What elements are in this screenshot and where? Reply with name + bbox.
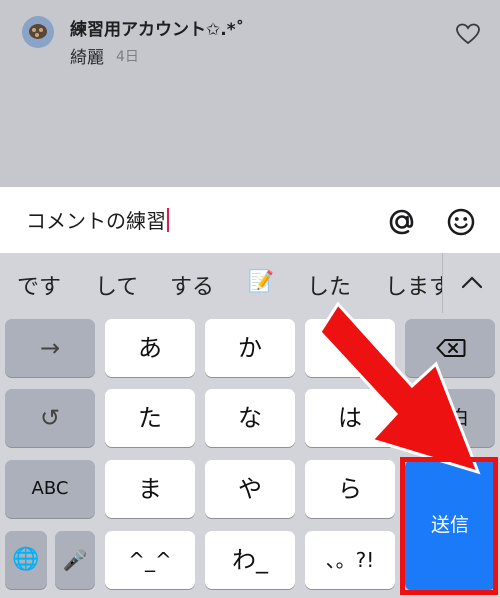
globe-key[interactable]: 🌐 [5, 531, 47, 589]
comment-area: 練習用アカウント✩.*˚ 綺麗 4日 [0, 0, 500, 187]
heart-icon[interactable] [455, 22, 481, 46]
candidate-memo-emoji[interactable]: 📝 [248, 269, 274, 294]
kaomoji-key[interactable]: ^_^ [105, 531, 195, 589]
candidate-word[interactable]: して [95, 269, 138, 301]
punctuation-key[interactable]: 、。?! [305, 531, 395, 589]
candidate-word[interactable]: する [170, 269, 214, 301]
candidate-word[interactable]: した [307, 269, 351, 301]
mention-at-icon[interactable] [385, 205, 419, 239]
send-key-highlight [400, 457, 498, 595]
microphone-key[interactable]: 🎤 [55, 531, 95, 589]
kana-key[interactable]: や [205, 460, 295, 518]
kana-key[interactable]: わ_ [205, 531, 295, 589]
kana-key[interactable]: ま [105, 460, 195, 518]
cursor-right-key[interactable]: → [5, 319, 95, 377]
text-caret [167, 208, 169, 232]
comment-input-text: コメントの練習 [26, 209, 166, 233]
red-arrow-icon [318, 301, 481, 475]
comment-text: 綺麗 [70, 48, 104, 68]
comment-username[interactable]: 練習用アカウント✩.*˚ [70, 15, 244, 40]
candidate-word[interactable]: です [17, 269, 61, 301]
avatar-bug-icon [29, 24, 47, 39]
kana-key[interactable]: な [205, 389, 295, 447]
emoji-smile-icon[interactable] [444, 205, 478, 239]
avatar[interactable] [22, 16, 54, 48]
comment-input[interactable]: コメントの練習 [26, 205, 169, 234]
abc-key[interactable]: ABC [5, 460, 95, 518]
chevron-up-icon [461, 276, 483, 289]
comment-time: 4日 [116, 49, 139, 65]
comment-input-bar: コメントの練習 [0, 187, 500, 253]
kana-key[interactable]: あ [105, 319, 195, 377]
kana-key[interactable]: か [205, 319, 295, 377]
kana-key[interactable]: た [105, 389, 195, 447]
undo-key[interactable]: ↺ [5, 389, 95, 447]
